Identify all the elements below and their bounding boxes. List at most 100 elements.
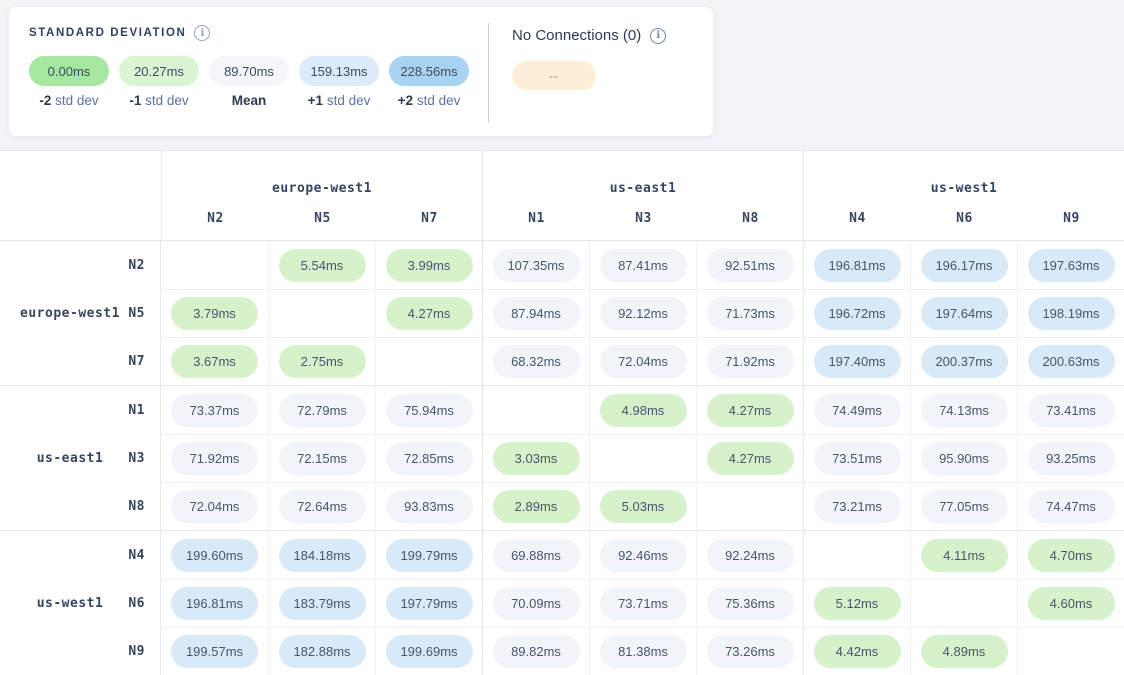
latency-cell: 75.36ms <box>696 579 803 627</box>
legend-label-minus2: -2 std dev <box>29 93 109 108</box>
latency-cell: 4.89ms <box>910 627 1017 675</box>
latency-cell-pill[interactable]: 92.24ms <box>707 539 794 572</box>
latency-cell-pill[interactable]: 72.04ms <box>600 345 687 378</box>
latency-cell-pill[interactable]: 2.89ms <box>493 490 580 523</box>
latency-cell: 199.69ms <box>375 627 482 675</box>
latency-cell-pill[interactable]: 4.27ms <box>707 394 794 427</box>
latency-cell: 69.88ms <box>482 531 589 579</box>
row-label-cell: N8 <box>0 482 161 530</box>
latency-cell: 107.35ms <box>482 241 589 289</box>
latency-cell-pill[interactable]: 4.60ms <box>1028 587 1115 620</box>
latency-cell-pill[interactable]: 196.81ms <box>814 249 901 282</box>
info-icon[interactable]: i <box>194 25 210 41</box>
latency-cell-pill[interactable]: 4.11ms <box>921 539 1008 572</box>
latency-cell-pill[interactable]: 71.92ms <box>171 442 258 475</box>
latency-cell-pill[interactable]: 72.15ms <box>279 442 366 475</box>
latency-cell-pill[interactable]: 72.64ms <box>279 490 366 523</box>
latency-cell-pill[interactable]: 4.89ms <box>921 635 1008 668</box>
latency-cell-pill[interactable]: 73.37ms <box>171 394 258 427</box>
latency-cell-pill[interactable]: 196.72ms <box>814 297 901 330</box>
latency-cell-pill[interactable]: 73.41ms <box>1028 394 1115 427</box>
latency-cell-pill[interactable]: 93.25ms <box>1028 442 1115 475</box>
latency-cell-pill[interactable]: 68.32ms <box>493 345 580 378</box>
latency-cell-pill[interactable]: 196.17ms <box>921 249 1008 282</box>
latency-cell-pill[interactable]: 92.12ms <box>600 297 687 330</box>
latency-cell-pill[interactable]: 73.21ms <box>814 490 901 523</box>
column-header-N7: N7 <box>376 211 483 226</box>
column-region-label: europe-west1 <box>162 176 482 202</box>
latency-cell-pill[interactable]: 89.82ms <box>493 635 580 668</box>
table-row: N4199.60ms184.18ms199.79ms69.88ms92.46ms… <box>0 531 1124 579</box>
latency-cell: 72.85ms <box>375 434 482 482</box>
latency-cell: 3.99ms <box>375 241 482 289</box>
latency-cell-pill[interactable]: 5.54ms <box>279 249 366 282</box>
latency-cell-pill[interactable]: 73.26ms <box>707 635 794 668</box>
self-cell <box>589 434 696 482</box>
latency-cell-pill[interactable]: 2.75ms <box>279 345 366 378</box>
latency-cell: 72.04ms <box>161 482 268 530</box>
latency-cell-pill[interactable]: 77.05ms <box>921 490 1008 523</box>
latency-cell-pill[interactable]: 74.49ms <box>814 394 901 427</box>
latency-cell-pill[interactable]: 4.27ms <box>707 442 794 475</box>
latency-cell-pill[interactable]: 196.81ms <box>171 587 258 620</box>
latency-cell-pill[interactable]: 73.71ms <box>600 587 687 620</box>
latency-cell-pill[interactable]: 69.88ms <box>493 539 580 572</box>
latency-cell-pill[interactable]: 183.79ms <box>279 587 366 620</box>
latency-cell-pill[interactable]: 93.83ms <box>386 490 473 523</box>
latency-cell-pill[interactable]: 72.79ms <box>279 394 366 427</box>
latency-cell-pill[interactable]: 81.38ms <box>600 635 687 668</box>
latency-cell-pill[interactable]: 200.37ms <box>921 345 1008 378</box>
latency-cell-pill[interactable]: 74.13ms <box>921 394 1008 427</box>
column-header-N3: N3 <box>590 211 697 226</box>
latency-cell-pill[interactable]: 87.41ms <box>600 249 687 282</box>
latency-cell-pill[interactable]: 75.94ms <box>386 394 473 427</box>
latency-cell-pill[interactable]: 197.79ms <box>386 587 473 620</box>
latency-cell-pill[interactable]: 87.94ms <box>493 297 580 330</box>
latency-cell: 89.82ms <box>482 627 589 675</box>
self-cell <box>161 241 268 289</box>
latency-cell-pill[interactable]: 199.69ms <box>386 635 473 668</box>
latency-cell-pill[interactable]: 71.92ms <box>707 345 794 378</box>
latency-cell-pill[interactable]: 92.46ms <box>600 539 687 572</box>
latency-cell-pill[interactable]: 71.73ms <box>707 297 794 330</box>
latency-cell-pill[interactable]: 4.27ms <box>386 297 473 330</box>
latency-cell-pill[interactable]: 3.67ms <box>171 345 258 378</box>
latency-cell-pill[interactable]: 4.70ms <box>1028 539 1115 572</box>
latency-cell-pill[interactable]: 3.99ms <box>386 249 473 282</box>
latency-cell: 197.40ms <box>803 337 910 385</box>
latency-cell-pill[interactable]: 95.90ms <box>921 442 1008 475</box>
latency-cell-pill[interactable]: 72.85ms <box>386 442 473 475</box>
latency-cell-pill[interactable]: 107.35ms <box>493 249 580 282</box>
row-label-cell: N7 <box>0 337 161 385</box>
latency-cell-pill[interactable]: 73.51ms <box>814 442 901 475</box>
column-region-label: us-east1 <box>483 176 803 202</box>
latency-cell-pill[interactable]: 4.98ms <box>600 394 687 427</box>
latency-cell-pill[interactable]: 197.40ms <box>814 345 901 378</box>
latency-cell-pill[interactable]: 75.36ms <box>707 587 794 620</box>
latency-cell-pill[interactable]: 197.63ms <box>1028 249 1115 282</box>
latency-cell: 73.21ms <box>803 482 910 530</box>
latency-cell-pill[interactable]: 72.04ms <box>171 490 258 523</box>
latency-cell-pill[interactable]: 74.47ms <box>1028 490 1115 523</box>
latency-cell: 4.27ms <box>375 289 482 337</box>
latency-cell-pill[interactable]: 198.19ms <box>1028 297 1115 330</box>
latency-cell-pill[interactable]: 199.57ms <box>171 635 258 668</box>
latency-cell-pill[interactable]: 3.03ms <box>493 442 580 475</box>
latency-cell-pill[interactable]: 182.88ms <box>279 635 366 668</box>
latency-cell-pill[interactable]: 5.12ms <box>814 587 901 620</box>
latency-cell-pill[interactable]: 4.42ms <box>814 635 901 668</box>
latency-cell-pill[interactable]: 200.63ms <box>1028 345 1115 378</box>
latency-cell-pill[interactable]: 184.18ms <box>279 539 366 572</box>
latency-cell-pill[interactable]: 199.79ms <box>386 539 473 572</box>
latency-cell-pill[interactable]: 3.79ms <box>171 297 258 330</box>
latency-cell-pill[interactable]: 199.60ms <box>171 539 258 572</box>
latency-cell-pill[interactable]: 197.64ms <box>921 297 1008 330</box>
row-label-cell: N2 <box>0 241 161 289</box>
latency-cell: 74.13ms <box>910 386 1017 434</box>
info-icon[interactable]: i <box>650 28 666 44</box>
latency-cell: 2.89ms <box>482 482 589 530</box>
latency-cell-pill[interactable]: 70.09ms <box>493 587 580 620</box>
latency-cell-pill[interactable]: 5.03ms <box>600 490 687 523</box>
latency-cell-pill[interactable]: 92.51ms <box>707 249 794 282</box>
column-node-labels: N1N3N8 <box>483 202 803 240</box>
